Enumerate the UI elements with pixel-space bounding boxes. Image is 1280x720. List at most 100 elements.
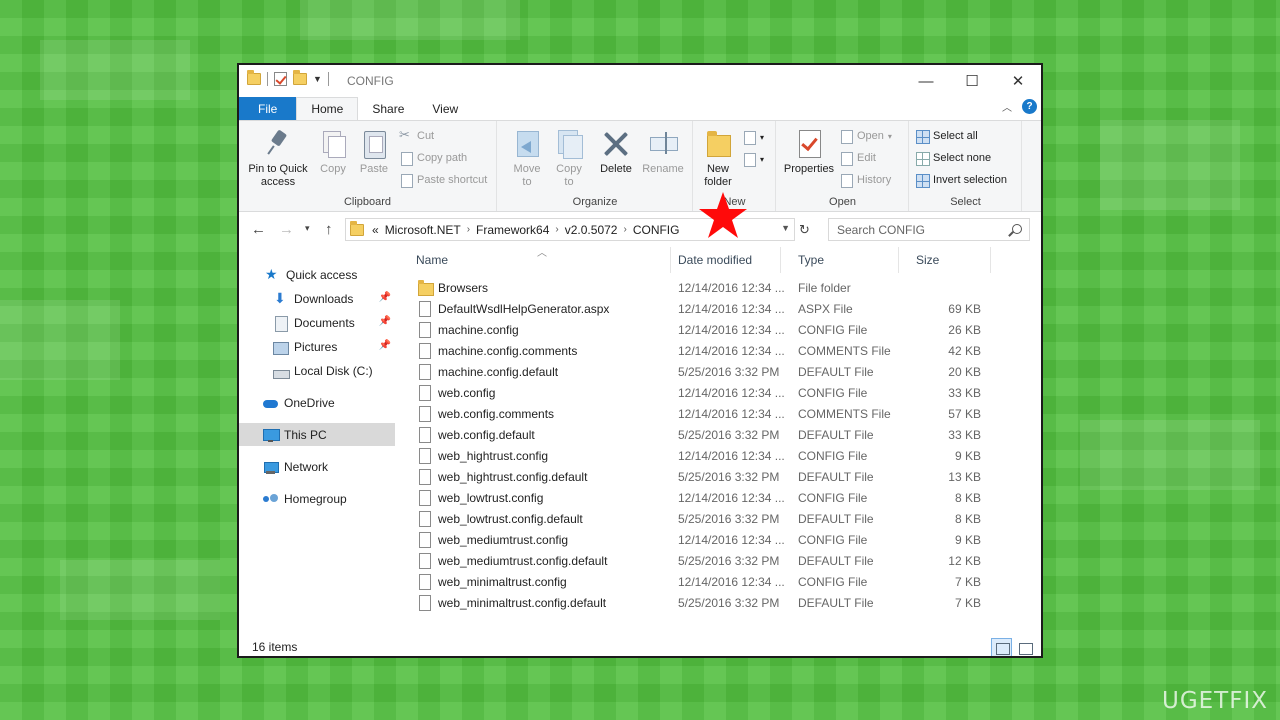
rename-button[interactable]: Rename xyxy=(640,127,686,176)
refresh-icon[interactable]: ↻ xyxy=(799,222,810,238)
invert-selection-label: Invert selection xyxy=(933,174,1007,186)
edit-button[interactable]: Edit xyxy=(839,148,876,168)
up-arrow-icon[interactable]: ↑ xyxy=(325,221,333,238)
nav-item-documents[interactable]: Documents 📌 xyxy=(239,311,395,334)
invert-selection-button[interactable]: Invert selection xyxy=(915,170,1007,190)
table-row[interactable]: machine.config.comments 12/14/2016 12:34 … xyxy=(399,340,1039,361)
nav-item-pictures[interactable]: Pictures 📌 xyxy=(239,335,395,358)
table-row[interactable]: web_mediumtrust.config.default 5/25/2016 … xyxy=(399,550,1039,571)
new-folder-button[interactable]: New folder xyxy=(698,127,738,189)
table-row[interactable]: machine.config.default 5/25/2016 3:32 PM D… xyxy=(399,361,1039,382)
table-row[interactable]: web.config.default 5/25/2016 3:32 PM DEFAU… xyxy=(399,424,1039,445)
open-button[interactable]: Open ▾ xyxy=(839,126,892,146)
breadcrumb-framework64[interactable]: Framework64 xyxy=(476,223,549,237)
new-folder-icon[interactable] xyxy=(293,70,307,85)
column-header-name[interactable]: Name ︿ xyxy=(399,247,671,273)
move-to-button[interactable]: Move to xyxy=(508,127,546,189)
move-to-label: Move to xyxy=(513,163,541,188)
forward-arrow-icon[interactable]: → xyxy=(279,221,294,238)
tab-home[interactable]: Home xyxy=(296,97,359,120)
file-list: Name ︿ Date modified Type Size Browsers 1… xyxy=(399,247,1041,637)
pin-icon: 📌 xyxy=(378,292,391,303)
background-pixel xyxy=(60,560,220,620)
file-size: 9 KB xyxy=(954,533,981,547)
table-row[interactable]: DefaultWsdlHelpGenerator.aspx 12/14/2016 … xyxy=(399,298,1039,319)
file-explorer-window: ▼ CONFIG — ☐ ✕ File Home Share View ︿ ? … xyxy=(237,63,1043,658)
maximize-button[interactable]: ☐ xyxy=(949,65,995,97)
file-size: 57 KB xyxy=(948,407,981,421)
tab-share[interactable]: Share xyxy=(358,97,418,120)
breadcrumb-separator-icon[interactable]: › xyxy=(555,224,558,235)
nav-item-quick-access[interactable]: Quick access xyxy=(239,263,395,286)
copy-button[interactable]: Copy xyxy=(315,127,351,176)
breadcrumb-separator-icon[interactable]: › xyxy=(623,224,626,235)
nav-item-onedrive[interactable]: OneDrive xyxy=(239,391,395,414)
column-header-date[interactable]: Date modified xyxy=(661,247,781,273)
nav-item-homegroup[interactable]: Homegroup xyxy=(239,487,395,510)
folder-icon xyxy=(350,220,364,236)
close-button[interactable]: ✕ xyxy=(995,65,1041,97)
table-row[interactable]: Browsers 12/14/2016 12:34 ... File folder xyxy=(399,277,1039,298)
search-box[interactable]: Search CONFIG xyxy=(828,218,1030,241)
table-row[interactable]: web_mediumtrust.config 12/14/2016 12:34 .… xyxy=(399,529,1039,550)
properties-button[interactable]: Properties xyxy=(781,127,837,176)
download-icon xyxy=(273,290,288,307)
breadcrumb-config[interactable]: CONFIG xyxy=(633,223,680,237)
divider xyxy=(327,72,329,86)
new-item-icon xyxy=(742,130,756,145)
watermark-logo: UGETFIX xyxy=(1161,688,1268,714)
delete-button[interactable]: Delete xyxy=(594,127,638,176)
back-arrow-icon[interactable]: ← xyxy=(251,221,266,238)
customize-toolbar-dropdown-icon[interactable]: ▼ xyxy=(313,74,322,84)
breadcrumb-overflow[interactable]: « xyxy=(372,223,379,237)
breadcrumb-separator-icon[interactable]: › xyxy=(467,224,470,235)
select-none-button[interactable]: Select none xyxy=(915,148,991,168)
table-row[interactable]: web_lowtrust.config.default 5/25/2016 3:3… xyxy=(399,508,1039,529)
file-icon xyxy=(419,364,431,380)
select-all-button[interactable]: Select all xyxy=(915,126,978,146)
column-header-type[interactable]: Type xyxy=(781,247,899,273)
file-icon xyxy=(419,553,431,569)
cut-button[interactable]: Cut xyxy=(399,126,434,146)
help-icon[interactable]: ? xyxy=(1022,99,1037,114)
table-row[interactable]: web.config 12/14/2016 12:34 ... CONFIG Fil… xyxy=(399,382,1039,403)
background-pixel xyxy=(0,300,120,380)
recent-locations-dropdown-icon[interactable]: ▾ xyxy=(305,223,310,234)
nav-item-network[interactable]: Network xyxy=(239,455,395,478)
nav-item-local-disk[interactable]: Local Disk (C:) xyxy=(239,359,395,382)
nav-item-this-pc[interactable]: This PC xyxy=(239,423,395,446)
file-size: 8 KB xyxy=(954,512,981,526)
table-row[interactable]: web_hightrust.config.default 5/25/2016 3:… xyxy=(399,466,1039,487)
collapse-ribbon-icon[interactable]: ︿ xyxy=(1002,99,1012,114)
minimize-button[interactable]: — xyxy=(903,65,949,97)
new-item-button[interactable]: ▾ xyxy=(742,127,764,147)
address-dropdown-icon[interactable]: ▼ xyxy=(781,223,790,233)
breadcrumb-version[interactable]: v2.0.5072 xyxy=(565,223,618,237)
file-size: 33 KB xyxy=(948,386,981,400)
tab-file[interactable]: File xyxy=(239,97,297,120)
paste-shortcut-button[interactable]: Paste shortcut xyxy=(399,170,487,190)
tab-view[interactable]: View xyxy=(418,97,472,120)
table-row[interactable]: machine.config 12/14/2016 12:34 ... CONFIG… xyxy=(399,319,1039,340)
table-row[interactable]: web_lowtrust.config 12/14/2016 12:34 ... C… xyxy=(399,487,1039,508)
pin-to-quick-access-button[interactable]: Pin to Quick access xyxy=(245,127,311,189)
table-row[interactable]: web_minimaltrust.config 12/14/2016 12:34 … xyxy=(399,571,1039,592)
easy-access-button[interactable]: ▾ xyxy=(742,149,764,169)
history-button[interactable]: History xyxy=(839,170,891,190)
table-row[interactable]: web_hightrust.config 12/14/2016 12:34 ...… xyxy=(399,445,1039,466)
paste-button[interactable]: Paste xyxy=(356,127,392,176)
table-row[interactable]: web_minimaltrust.config.default 5/25/2016… xyxy=(399,592,1039,613)
copy-to-button[interactable]: Copy to xyxy=(550,127,588,189)
copy-path-button[interactable]: Copy path xyxy=(399,148,467,168)
table-row[interactable]: web.config.comments 12/14/2016 12:34 ... C… xyxy=(399,403,1039,424)
properties-icon[interactable] xyxy=(274,72,287,86)
breadcrumb-microsoft-net[interactable]: Microsoft.NET xyxy=(385,223,461,237)
file-size: 20 KB xyxy=(948,365,981,379)
nav-item-downloads[interactable]: Downloads 📌 xyxy=(239,287,395,310)
column-header-size[interactable]: Size xyxy=(899,247,991,273)
nav-item-label: Network xyxy=(284,459,329,474)
details-view-icon[interactable] xyxy=(991,638,1012,656)
file-date: 5/25/2016 3:32 PM xyxy=(678,365,780,379)
large-icons-view-icon[interactable] xyxy=(1014,638,1035,656)
folder-icon xyxy=(418,280,434,296)
